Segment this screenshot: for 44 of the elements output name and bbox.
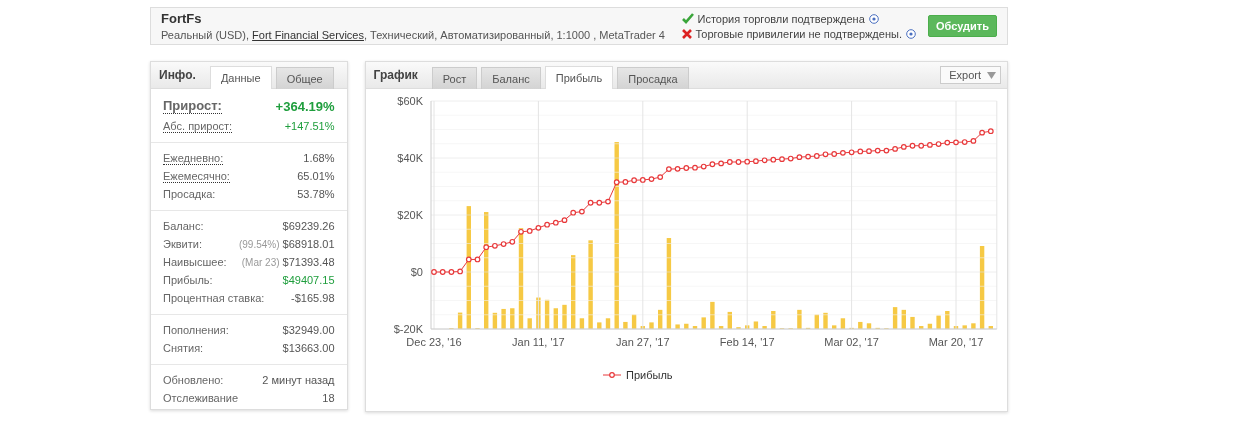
stat-label: Наивысшее:	[163, 256, 227, 268]
y-axis-label: $40K	[396, 152, 423, 164]
stat-label: Прибыль:	[163, 274, 213, 286]
stat-note: (99.54%)	[238, 238, 280, 250]
x-axis-label: Mar 20, '17	[928, 336, 983, 348]
status-text: Торговые привилегии не подтверждены.	[695, 27, 902, 40]
stat-value: $69239.26	[282, 220, 335, 232]
account-title: FortFs	[161, 11, 203, 26]
stat-label: Просадка:	[163, 188, 216, 200]
stat-label: Баланс:	[163, 220, 204, 232]
stat-label: Процентная ставка:	[163, 292, 265, 304]
x-axis-label: Dec 23, '16	[405, 336, 462, 348]
stat-value: $71393.48	[282, 256, 335, 268]
stat-value: +364.19%	[275, 98, 335, 114]
stat-value: $68918.01	[282, 238, 335, 250]
stat-value: +147.51%	[284, 120, 335, 132]
stat-label: Обновлено:	[163, 374, 224, 386]
legend-label: Прибыль	[625, 369, 673, 381]
stat-label: Пополнения:	[163, 324, 229, 336]
stat-value: $49407.15	[282, 274, 335, 286]
stat-value: 53.78%	[297, 188, 335, 200]
stat-label: Эквити:	[163, 238, 202, 250]
y-axis-label: $-20K	[393, 323, 423, 335]
status-text: История торговли подтверждена	[697, 12, 865, 25]
x-axis-label: Mar 02, '17	[823, 336, 879, 348]
x-axis-label: Jan 11, '17	[511, 336, 565, 348]
stat-value: $32949.00	[282, 324, 335, 336]
stat-note: (Mar 23)	[241, 256, 280, 268]
stat-value: $13663.00	[282, 342, 335, 354]
x-axis-label: Jan 27, '17	[615, 336, 670, 348]
y-axis-label: $60K	[396, 95, 423, 107]
account-description: Реальный (USD), Fort Financial Services, Технический, Автоматизированный, 1:1000 , MetaTrader 4	[161, 29, 666, 41]
stat-value: 2 минут назад	[262, 374, 335, 386]
stat-value: 65.01%	[297, 170, 335, 182]
panel-title: Инфо.	[159, 68, 196, 82]
x-axis-label: Feb 14, '17	[719, 336, 775, 348]
stat-value: -$165.98	[291, 292, 335, 304]
y-axis-label: $0	[410, 266, 423, 278]
stat-value: 18	[322, 392, 335, 404]
stat-label: Отслеживание	[163, 392, 239, 404]
stat-label: Снятия:	[163, 342, 204, 354]
stat-value: 1.68%	[303, 152, 335, 164]
panel-title: График	[373, 68, 418, 82]
y-axis-label: $20K	[396, 209, 423, 221]
